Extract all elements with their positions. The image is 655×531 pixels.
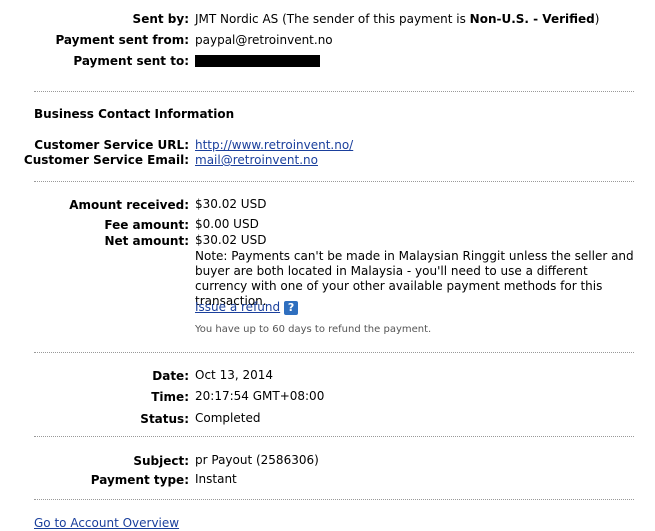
customer-service-email-link[interactable]: mail@retroinvent.no xyxy=(195,153,318,167)
business-contact-title: Business Contact Information xyxy=(34,107,235,121)
divider xyxy=(34,91,634,92)
subject-label: Subject: xyxy=(133,454,189,468)
sender-status: Non-U.S. - Verified xyxy=(469,12,595,26)
help-icon[interactable]: ? xyxy=(284,300,299,315)
sent-from-label: Payment sent from: xyxy=(55,33,189,47)
divider xyxy=(34,181,634,182)
sent-by-label: Sent by: xyxy=(132,12,189,26)
amount-received-label: Amount received: xyxy=(69,198,189,212)
divider xyxy=(34,436,634,437)
sent-by-value: JMT Nordic AS (The sender of this paymen… xyxy=(195,12,599,26)
payment-type-value: Instant xyxy=(195,472,237,486)
date-label: Date: xyxy=(152,369,189,383)
issue-refund-link[interactable]: Issue a refund xyxy=(195,300,280,314)
sender-name: JMT Nordic AS (The sender of this paymen… xyxy=(195,12,470,26)
date-value: Oct 13, 2014 xyxy=(195,368,273,382)
customer-service-email-label: Customer Service Email: xyxy=(23,153,189,167)
account-overview-link[interactable]: Go to Account Overview xyxy=(34,516,179,530)
amount-received-value: $30.02 USD xyxy=(195,197,267,211)
status-value: Completed xyxy=(195,411,261,425)
subject-value: pr Payout (2586306) xyxy=(195,453,319,467)
status-label: Status: xyxy=(140,412,189,426)
redacted-recipient xyxy=(195,55,320,67)
sent-to-label: Payment sent to: xyxy=(73,54,189,68)
divider xyxy=(34,499,634,500)
customer-service-url-link[interactable]: http://www.retroinvent.no/ xyxy=(195,138,353,152)
net-amount-label: Net amount: xyxy=(104,234,189,248)
customer-service-url-label: Customer Service URL: xyxy=(34,138,189,152)
time-value: 20:17:54 GMT+08:00 xyxy=(195,389,325,403)
payment-type-label: Payment type: xyxy=(90,473,189,487)
net-amount-value: $30.02 USD xyxy=(195,233,267,247)
fee-amount-value: $0.00 USD xyxy=(195,217,259,231)
fee-amount-label: Fee amount: xyxy=(104,218,189,232)
sender-close: ) xyxy=(594,12,600,26)
sent-from-value: paypal@retroinvent.no xyxy=(195,33,333,47)
divider xyxy=(34,352,634,353)
time-label: Time: xyxy=(151,390,189,404)
refund-hint: You have up to 60 days to refund the pay… xyxy=(195,324,432,335)
refund-row: Issue a refund? xyxy=(195,300,299,315)
